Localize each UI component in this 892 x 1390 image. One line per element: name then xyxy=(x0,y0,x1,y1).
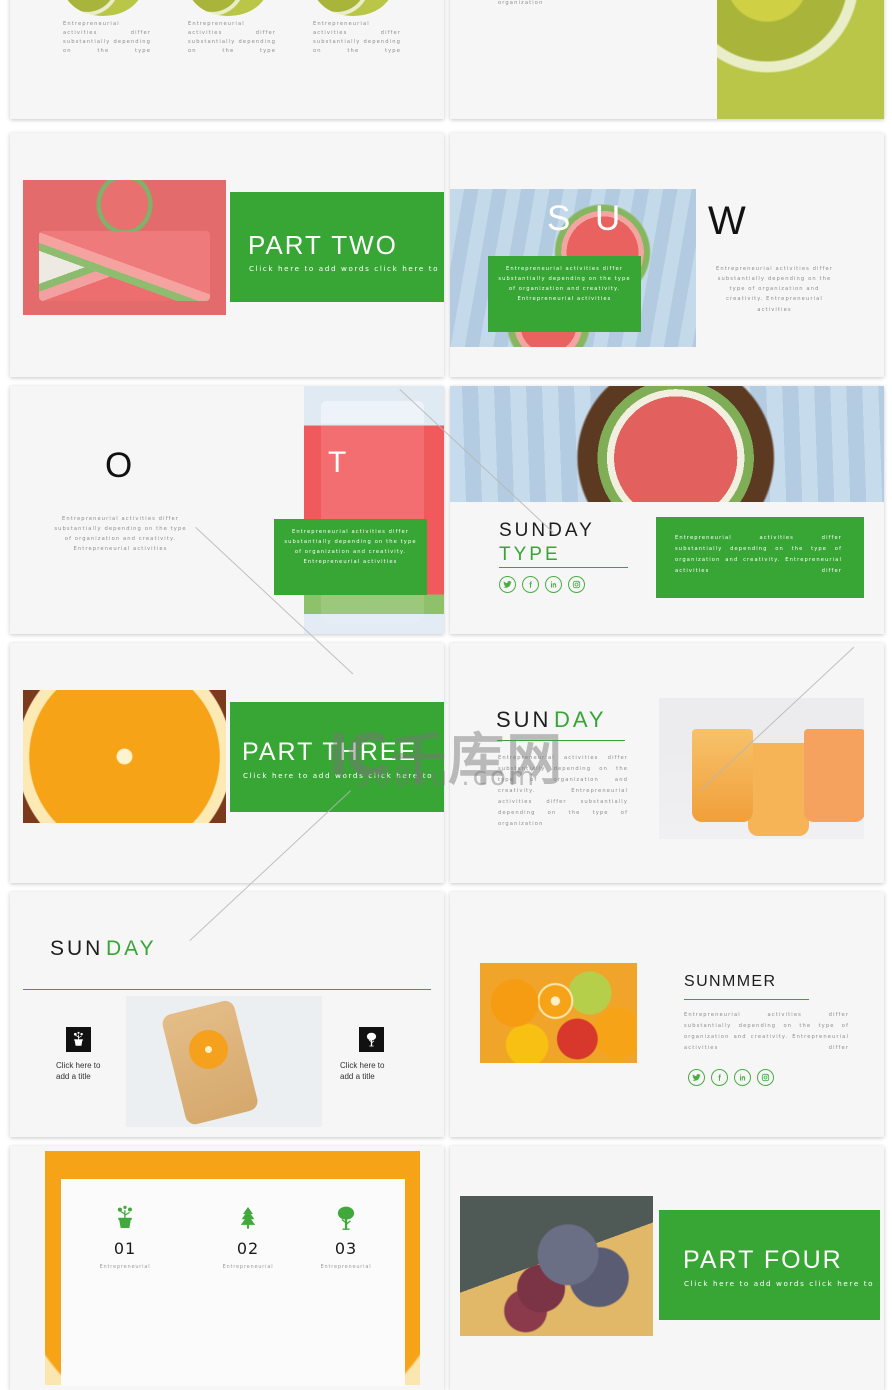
slide-thumbnail-sunday-two-features[interactable]: SUN DAY Click here to add a title Click h xyxy=(10,892,444,1137)
social-links-sunday-type[interactable] xyxy=(499,576,591,593)
facebook-icon[interactable] xyxy=(711,1069,728,1086)
slide-thumbnail-three-numbers[interactable]: 01 Entrepreneurial 02 Entrepreneurial 03… xyxy=(10,1146,444,1390)
o-t-green-text: Entrepreneurial activities differ substa… xyxy=(284,529,417,566)
feature-icon-tree xyxy=(359,1027,384,1052)
sun-w-green-text: Entrepreneurial activities differ substa… xyxy=(498,266,631,303)
facebook-icon[interactable] xyxy=(522,576,539,593)
sunday-type-title-line2: TYPE xyxy=(499,544,561,565)
features-title-green: DAY xyxy=(106,937,157,960)
slide2-paragraph: Entrepreneurial activities differ substa… xyxy=(498,0,544,7)
part-three-subtitle: Click here to add words click here to xyxy=(243,771,434,780)
sunmmer-underline xyxy=(684,999,809,1000)
slide-thumbnail-sunmmer[interactable]: SUNMMER Entrepreneurial activities diffe… xyxy=(450,892,884,1137)
sunday-type-green-text: Entrepreneurial activities differ substa… xyxy=(675,535,842,574)
linkedin-icon[interactable] xyxy=(734,1069,751,1086)
slide-thumbnail-sun-w-split[interactable]: S U Entrepreneurial activities differ su… xyxy=(450,133,884,377)
image-watermelon-bowl xyxy=(450,386,884,502)
sunday-type-title-line1: SUNDAY xyxy=(499,520,595,541)
number-item-2: 02 Entrepreneurial xyxy=(204,1203,292,1272)
slide-thumbnail-part-three[interactable]: PART THREE Click here to add words click… xyxy=(10,643,444,883)
instagram-icon[interactable] xyxy=(757,1069,774,1086)
image-grapes-plate xyxy=(460,1196,653,1336)
pine-tree-icon xyxy=(204,1203,292,1233)
image-kiwi-2 xyxy=(188,0,268,16)
slide-thumbnail-o-t-split[interactable]: O Entrepreneurial activities differ subs… xyxy=(10,386,444,634)
o-t-left-text: Entrepreneurial activities differ substa… xyxy=(54,516,187,553)
twitter-icon[interactable] xyxy=(688,1069,705,1086)
column-text-1: Entrepreneurial activities differ substa… xyxy=(63,21,151,55)
feature-label-1: Click here to add a title xyxy=(56,1061,101,1081)
part-three-title: PART THREE xyxy=(242,738,418,766)
number-item-3: 03 Entrepreneurial xyxy=(302,1203,390,1272)
number-text-1: Entrepreneurial xyxy=(99,1264,151,1270)
letter-t: T xyxy=(328,446,347,479)
number-label-3: 03 xyxy=(334,1239,358,1258)
image-mixed-fruits xyxy=(480,963,637,1063)
letter-w: W xyxy=(708,199,746,243)
number-text-2: Entrepreneurial xyxy=(222,1264,274,1270)
image-orange-slice xyxy=(23,690,226,823)
sunmmer-paragraph: Entrepreneurial activities differ substa… xyxy=(684,1012,849,1051)
part-two-subtitle: Click here to add words click here to xyxy=(249,264,440,273)
social-links-sunmmer[interactable] xyxy=(688,1069,780,1086)
sunday-type-underline xyxy=(499,567,628,568)
letter-u: U xyxy=(595,199,621,238)
instagram-icon[interactable] xyxy=(568,576,585,593)
part-two-title: PART TWO xyxy=(248,230,398,260)
slide-thumbnail-part-two[interactable]: PART TWO Click here to add words click h… xyxy=(10,133,444,377)
image-watermelon-juice-jar xyxy=(304,386,444,634)
number-item-1: 01 Entrepreneurial xyxy=(81,1203,169,1272)
slide-thumbnail-kiwi-text-right-image[interactable]: Entrepreneurial activities differ substa… xyxy=(450,0,884,119)
column-text-2: Entrepreneurial activities differ substa… xyxy=(188,21,276,55)
slide-thumbnail-sunday-text-image[interactable]: SUN DAY Entrepreneurial activities diffe… xyxy=(450,643,884,883)
image-watermelon-tray xyxy=(23,180,226,315)
image-kiwi-1 xyxy=(63,0,143,16)
sunday-title-dark: SUN xyxy=(496,707,552,732)
features-divider xyxy=(23,989,431,990)
image-kiwi-slices xyxy=(717,0,884,119)
image-orange-cutting-board xyxy=(126,996,322,1127)
slide-thumbnail-part-four[interactable]: PART FOUR Click here to add words click … xyxy=(450,1146,884,1390)
feature-icon-potted-plant xyxy=(66,1027,91,1052)
letter-o: O xyxy=(105,446,133,485)
part-four-subtitle: Click here to add words click here to xyxy=(684,1279,875,1288)
potted-flower-icon xyxy=(81,1203,169,1233)
number-label-2: 02 xyxy=(236,1239,260,1258)
twitter-icon[interactable] xyxy=(499,576,516,593)
sun-w-right-text: Entrepreneurial activities differ substa… xyxy=(716,266,833,313)
slide-thumbnail-sunday-type[interactable]: SUNDAY TYPE Entrepreneurial activities d… xyxy=(450,386,884,634)
part-four-title: PART FOUR xyxy=(683,1246,843,1274)
slide-thumbnail-three-column-kiwi[interactable]: Entrepreneurial activities differ substa… xyxy=(10,0,444,119)
linkedin-icon[interactable] xyxy=(545,576,562,593)
column-text-3: Entrepreneurial activities differ substa… xyxy=(313,21,401,55)
sunday-title-green: DAY xyxy=(554,707,607,732)
feature-label-2: Click here to add a title xyxy=(340,1061,385,1081)
sunday-paragraph: Entrepreneurial activities differ substa… xyxy=(498,755,628,827)
sunmmer-title: SUNMMER xyxy=(684,973,777,990)
number-label-1: 01 xyxy=(113,1239,137,1258)
features-title-dark: SUN xyxy=(50,937,104,960)
image-citrus-jars xyxy=(659,698,864,839)
image-kiwi-3 xyxy=(313,0,393,16)
letter-s: S xyxy=(547,199,571,238)
round-tree-icon xyxy=(302,1203,390,1233)
slide-thumbnail-grid: Entrepreneurial activities differ substa… xyxy=(0,0,892,1390)
sunday-underline xyxy=(497,740,625,741)
number-text-3: Entrepreneurial xyxy=(320,1264,372,1270)
